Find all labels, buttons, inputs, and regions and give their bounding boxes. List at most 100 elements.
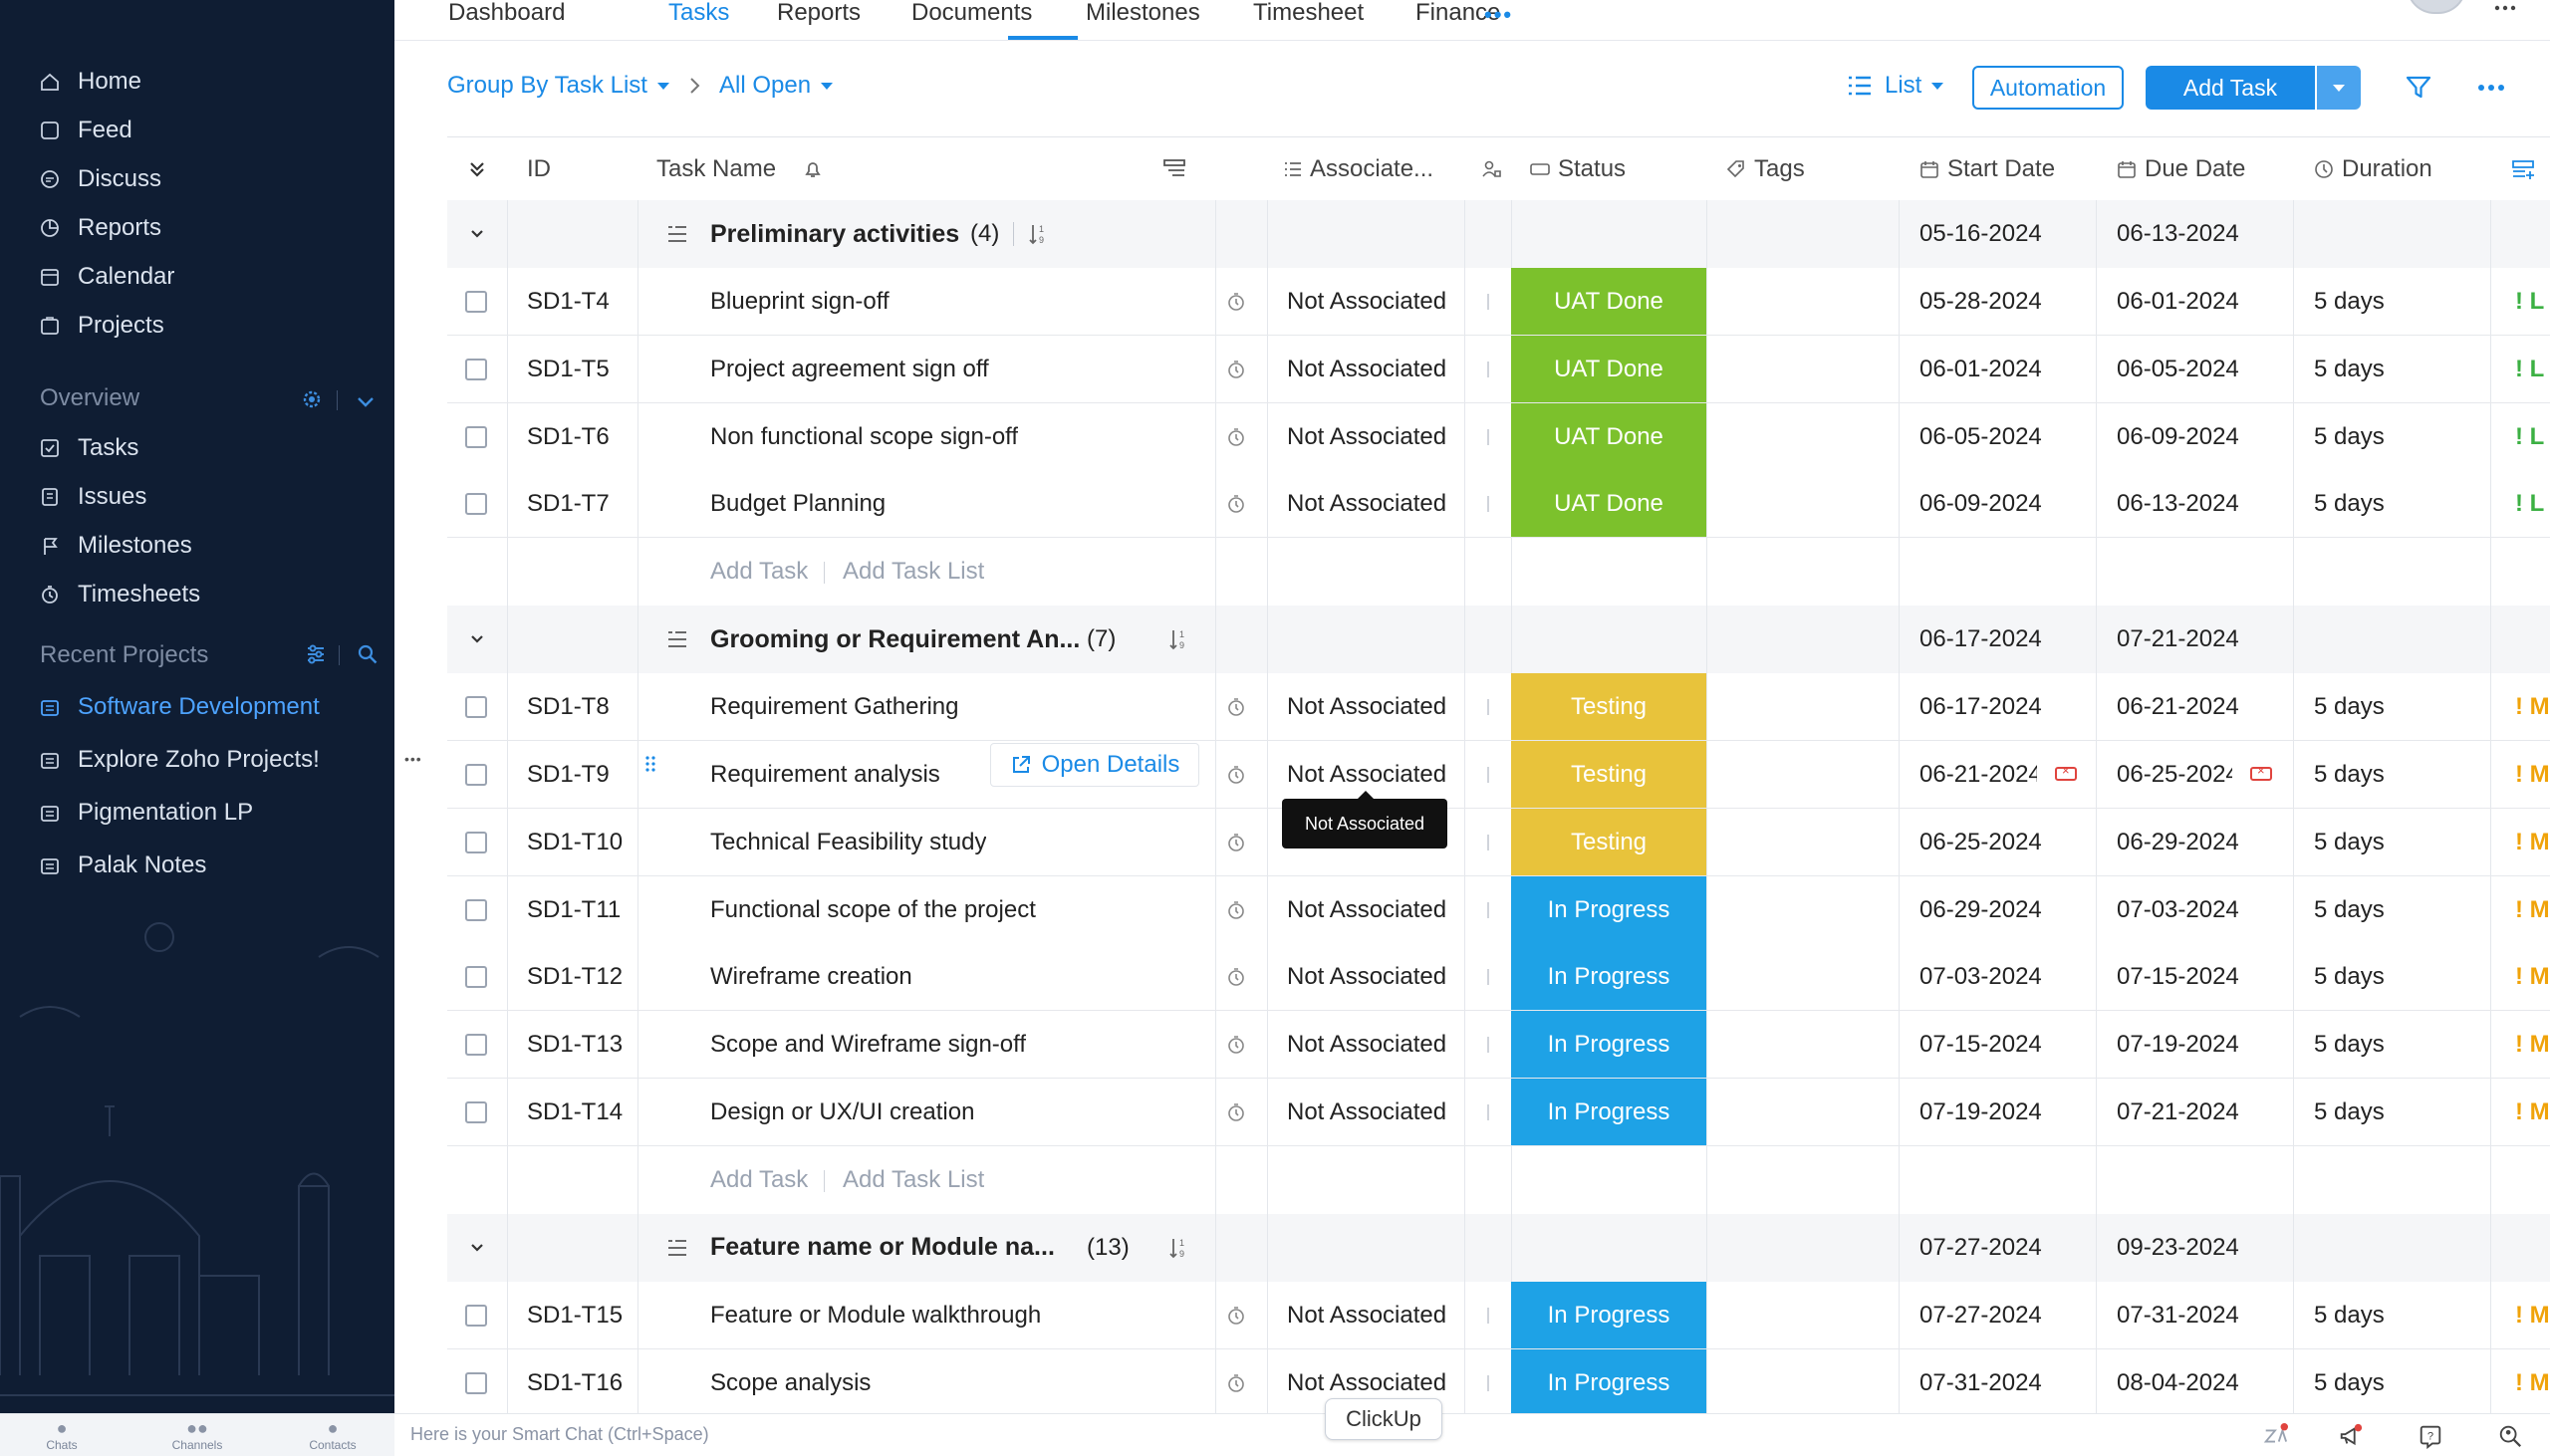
priority-indicator[interactable]: ! M <box>2515 1011 2550 1078</box>
table-row[interactable]: SD1-T9 Requirement analysis Not Associated… <box>447 741 2550 809</box>
row-checkbox[interactable] <box>465 696 487 718</box>
add-task-link[interactable]: Add Task <box>710 538 808 606</box>
row-checkbox[interactable] <box>465 764 487 786</box>
association-cell[interactable]: Not Associated <box>1287 470 1456 537</box>
task-name[interactable]: Non functional scope sign-off <box>710 403 1018 470</box>
chats-shortcut[interactable]: ● Chats <box>22 1418 102 1452</box>
owner-placeholder[interactable] <box>1487 1104 1489 1120</box>
priority-indicator[interactable]: ! L <box>2515 336 2544 402</box>
timer-icon[interactable] <box>1226 765 1246 785</box>
priority-indicator[interactable]: ! L <box>2515 268 2544 335</box>
add-task-link[interactable]: Add Task <box>710 1146 808 1214</box>
overview-settings-icon[interactable] <box>301 388 323 410</box>
table-row[interactable]: SD1-T16 Scope analysis Not Associated In Pr… <box>447 1349 2550 1417</box>
owner-icon[interactable] <box>1481 137 1501 201</box>
timer-icon[interactable] <box>1226 427 1246 447</box>
task-name[interactable]: Design or UX/UI creation <box>710 1079 974 1145</box>
table-row[interactable]: SD1-T7 Budget Planning Not Associated UAT D… <box>447 470 2550 538</box>
add-task-button[interactable]: Add Task <box>2146 66 2315 110</box>
sidebar-item-issues[interactable]: Issues <box>38 477 146 517</box>
status-badge[interactable]: UAT Done <box>1511 268 1706 335</box>
column-status[interactable]: Status <box>1530 137 1626 201</box>
owner-placeholder[interactable] <box>1487 1308 1489 1324</box>
priority-indicator[interactable]: ! M <box>2515 673 2550 740</box>
priority-indicator[interactable]: ! M <box>2515 876 2550 943</box>
chevron-down-icon[interactable] <box>467 1238 487 1258</box>
owner-placeholder[interactable] <box>1487 1037 1489 1053</box>
priority-indicator[interactable]: ! L <box>2515 403 2544 470</box>
sidebar-item-projects[interactable]: Projects <box>38 306 164 346</box>
priority-indicator[interactable]: ! M <box>2515 741 2550 808</box>
sidebar-item-timesheets[interactable]: Timesheets <box>38 575 200 614</box>
owner-placeholder[interactable] <box>1487 294 1489 310</box>
association-cell[interactable]: Not Associated <box>1287 268 1456 335</box>
status-badge[interactable]: Testing <box>1511 809 1706 875</box>
column-due-date[interactable]: Due Date <box>2117 137 2245 201</box>
sort-icon[interactable]: 19 <box>1167 1236 1191 1260</box>
group-name[interactable]: Feature name or Module na... <box>710 1214 1055 1282</box>
column-associated[interactable]: Associate... <box>1284 137 1433 201</box>
sidebar-item-feed[interactable]: Feed <box>38 111 132 150</box>
row-checkbox[interactable] <box>465 966 487 988</box>
table-row[interactable]: SD1-T8 Requirement Gathering Not Associate… <box>447 673 2550 741</box>
table-row[interactable]: SD1-T6 Non functional scope sign-off Not A… <box>447 403 2550 471</box>
status-badge[interactable]: In Progress <box>1511 943 1706 1010</box>
association-cell[interactable]: Not Associated <box>1287 403 1456 470</box>
owner-placeholder[interactable] <box>1487 496 1489 512</box>
owner-placeholder[interactable] <box>1487 902 1489 918</box>
timer-icon[interactable] <box>1226 1035 1246 1055</box>
chevron-down-icon[interactable] <box>467 629 487 649</box>
owner-placeholder[interactable] <box>1487 1375 1489 1391</box>
priority-indicator[interactable]: ! L <box>2515 470 2544 537</box>
tab-milestones[interactable]: Milestones <box>1086 0 1200 26</box>
owner-placeholder[interactable] <box>1487 362 1489 377</box>
tab-timesheet[interactable]: Timesheet <box>1253 0 1364 26</box>
smart-chat-input[interactable]: Here is your Smart Chat (Ctrl+Space) <box>410 1424 709 1445</box>
filter-icon[interactable] <box>2405 74 2432 102</box>
status-badge[interactable]: In Progress <box>1511 876 1706 943</box>
recent-project-item[interactable]: Palak Notes <box>38 846 206 885</box>
bell-icon[interactable] <box>802 137 824 201</box>
view-mode-dropdown[interactable]: List <box>1847 72 1944 100</box>
zia-icon[interactable] <box>2261 1422 2289 1450</box>
table-row[interactable]: SD1-T4 Blueprint sign-off Not Associated UA… <box>447 268 2550 336</box>
apps-grid-icon[interactable] <box>2494 0 2516 11</box>
row-checkbox[interactable] <box>465 359 487 380</box>
timer-icon[interactable] <box>1226 1373 1246 1393</box>
task-name[interactable]: Scope analysis <box>710 1349 871 1416</box>
tab-tasks[interactable]: Tasks <box>668 0 729 26</box>
search-people-icon[interactable] <box>2496 1422 2524 1450</box>
status-badge[interactable]: UAT Done <box>1511 403 1706 470</box>
timer-icon[interactable] <box>1226 697 1246 717</box>
add-task-list-link[interactable]: Add Task List <box>843 1146 984 1214</box>
owner-placeholder[interactable] <box>1487 699 1489 715</box>
tab-documents[interactable]: Documents <box>911 0 1032 26</box>
association-cell[interactable]: Not Associated <box>1287 943 1456 1010</box>
timer-icon[interactable] <box>1226 494 1246 514</box>
task-name[interactable]: Functional scope of the project <box>710 876 1036 943</box>
status-badge[interactable]: Testing <box>1511 673 1706 740</box>
table-row[interactable]: SD1-T10 Technical Feasibility study Testin… <box>447 809 2550 876</box>
automation-button[interactable]: Automation <box>1972 66 2124 110</box>
chevron-down-icon[interactable] <box>355 390 377 412</box>
row-checkbox[interactable] <box>465 832 487 853</box>
group-by-dropdown[interactable]: Group By Task List <box>447 72 669 100</box>
row-checkbox[interactable] <box>465 899 487 921</box>
association-cell[interactable]: Not Associated <box>1287 673 1456 740</box>
owner-placeholder[interactable] <box>1487 835 1489 850</box>
association-cell[interactable]: Not Associated <box>1287 1011 1456 1078</box>
project-more-icon[interactable]: ••• <box>404 751 422 767</box>
row-checkbox[interactable] <box>465 493 487 515</box>
status-badge[interactable]: UAT Done <box>1511 336 1706 402</box>
more-options-icon[interactable] <box>2476 78 2506 98</box>
filter-view-dropdown[interactable]: All Open <box>719 72 834 100</box>
timer-icon[interactable] <box>1226 967 1246 987</box>
status-badge[interactable]: In Progress <box>1511 1079 1706 1145</box>
task-name[interactable]: Project agreement sign off <box>710 336 989 402</box>
announcement-icon[interactable] <box>2337 1422 2365 1450</box>
timer-icon[interactable] <box>1226 1306 1246 1326</box>
task-name[interactable]: Requirement Gathering <box>710 673 958 740</box>
sidebar-item-tasks[interactable]: Tasks <box>38 428 138 468</box>
drag-handle-icon[interactable] <box>645 755 655 773</box>
status-badge[interactable]: Testing <box>1511 741 1706 808</box>
